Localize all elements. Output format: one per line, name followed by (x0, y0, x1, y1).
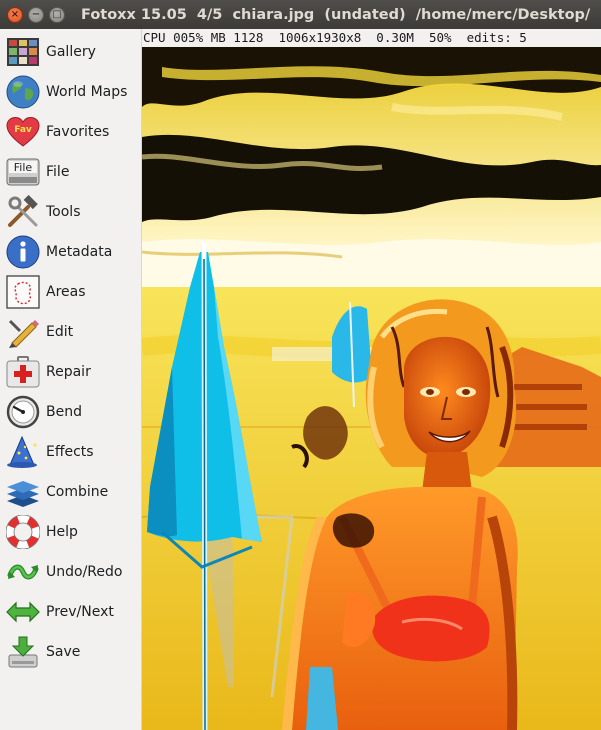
minimize-icon: − (31, 8, 41, 20)
minimize-button[interactable]: − (28, 6, 44, 23)
menu-item-file[interactable]: File File (0, 152, 141, 192)
menu-label: Metadata (46, 244, 113, 260)
sidebar-menu: Gallery World Maps Fav Favorites File Fi… (0, 29, 142, 730)
menu-label: Favorites (46, 124, 110, 140)
file-icon: File (5, 154, 41, 190)
close-icon: × (10, 8, 20, 20)
menu-label: World Maps (46, 84, 128, 100)
menu-label: Undo/Redo (46, 564, 123, 580)
menu-label: Help (46, 524, 78, 540)
close-button[interactable]: × (7, 6, 23, 23)
menu-label: File (46, 164, 70, 180)
menu-item-save[interactable]: Save (0, 632, 141, 672)
menu-item-edit[interactable]: Edit (0, 312, 141, 352)
menu-item-help[interactable]: Help (0, 512, 141, 552)
menu-item-gallery[interactable]: Gallery (0, 32, 141, 72)
menu-item-effects[interactable]: Effects (0, 432, 141, 472)
maximize-button[interactable]: □ (49, 6, 65, 23)
menu-item-repair[interactable]: Repair (0, 352, 141, 392)
menu-item-combine[interactable]: Combine (0, 472, 141, 512)
menu-label: Gallery (46, 44, 96, 60)
tools-icon (5, 194, 41, 230)
menu-item-metadata[interactable]: Metadata (0, 232, 141, 272)
maximize-icon: □ (52, 8, 62, 20)
menu-label: Edit (46, 324, 74, 340)
save-icon (5, 634, 41, 670)
info-icon (5, 234, 41, 270)
menu-item-world-maps[interactable]: World Maps (0, 72, 141, 112)
menu-item-favorites[interactable]: Fav Favorites (0, 112, 141, 152)
wizard-hat-icon (5, 434, 41, 470)
menu-label: Combine (46, 484, 109, 500)
menu-label: Repair (46, 364, 91, 380)
undo-redo-icon (5, 554, 41, 590)
menu-item-undo-redo[interactable]: Undo/Redo (0, 552, 141, 592)
title-bar: × − □ Fotoxx 15.05 4/5 chiara.jpg (undat… (0, 0, 601, 29)
favorites-icon-text: Fav (14, 125, 32, 135)
gallery-icon (5, 34, 41, 70)
pencil-icon (5, 314, 41, 350)
file-icon-text: File (14, 161, 33, 174)
window-controls: × − □ (7, 6, 65, 23)
menu-item-bend[interactable]: Bend (0, 392, 141, 432)
menu-label: Areas (46, 284, 86, 300)
firstaid-icon (5, 354, 41, 390)
menu-label: Prev/Next (46, 604, 114, 620)
menu-label: Tools (46, 204, 81, 220)
image-canvas[interactable] (142, 47, 601, 730)
heart-icon: Fav (5, 114, 41, 150)
layers-icon (5, 474, 41, 510)
menu-item-areas[interactable]: Areas (0, 272, 141, 312)
lifebuoy-icon (5, 514, 41, 550)
menu-item-tools[interactable]: Tools (0, 192, 141, 232)
menu-label: Bend (46, 404, 82, 420)
globe-icon (5, 74, 41, 110)
areas-icon (5, 274, 41, 310)
menu-item-prev-next[interactable]: Prev/Next (0, 592, 141, 632)
menu-label: Effects (46, 444, 94, 460)
window-title: Fotoxx 15.05 4/5 chiara.jpg (undated) /h… (81, 6, 591, 23)
prev-next-icon (5, 594, 41, 630)
status-bar: CPU 005% MB 1128 1006x1930x8 0.30M 50% e… (142, 29, 601, 47)
edited-photo (142, 47, 601, 730)
menu-label: Save (46, 644, 81, 660)
gauge-icon (5, 394, 41, 430)
